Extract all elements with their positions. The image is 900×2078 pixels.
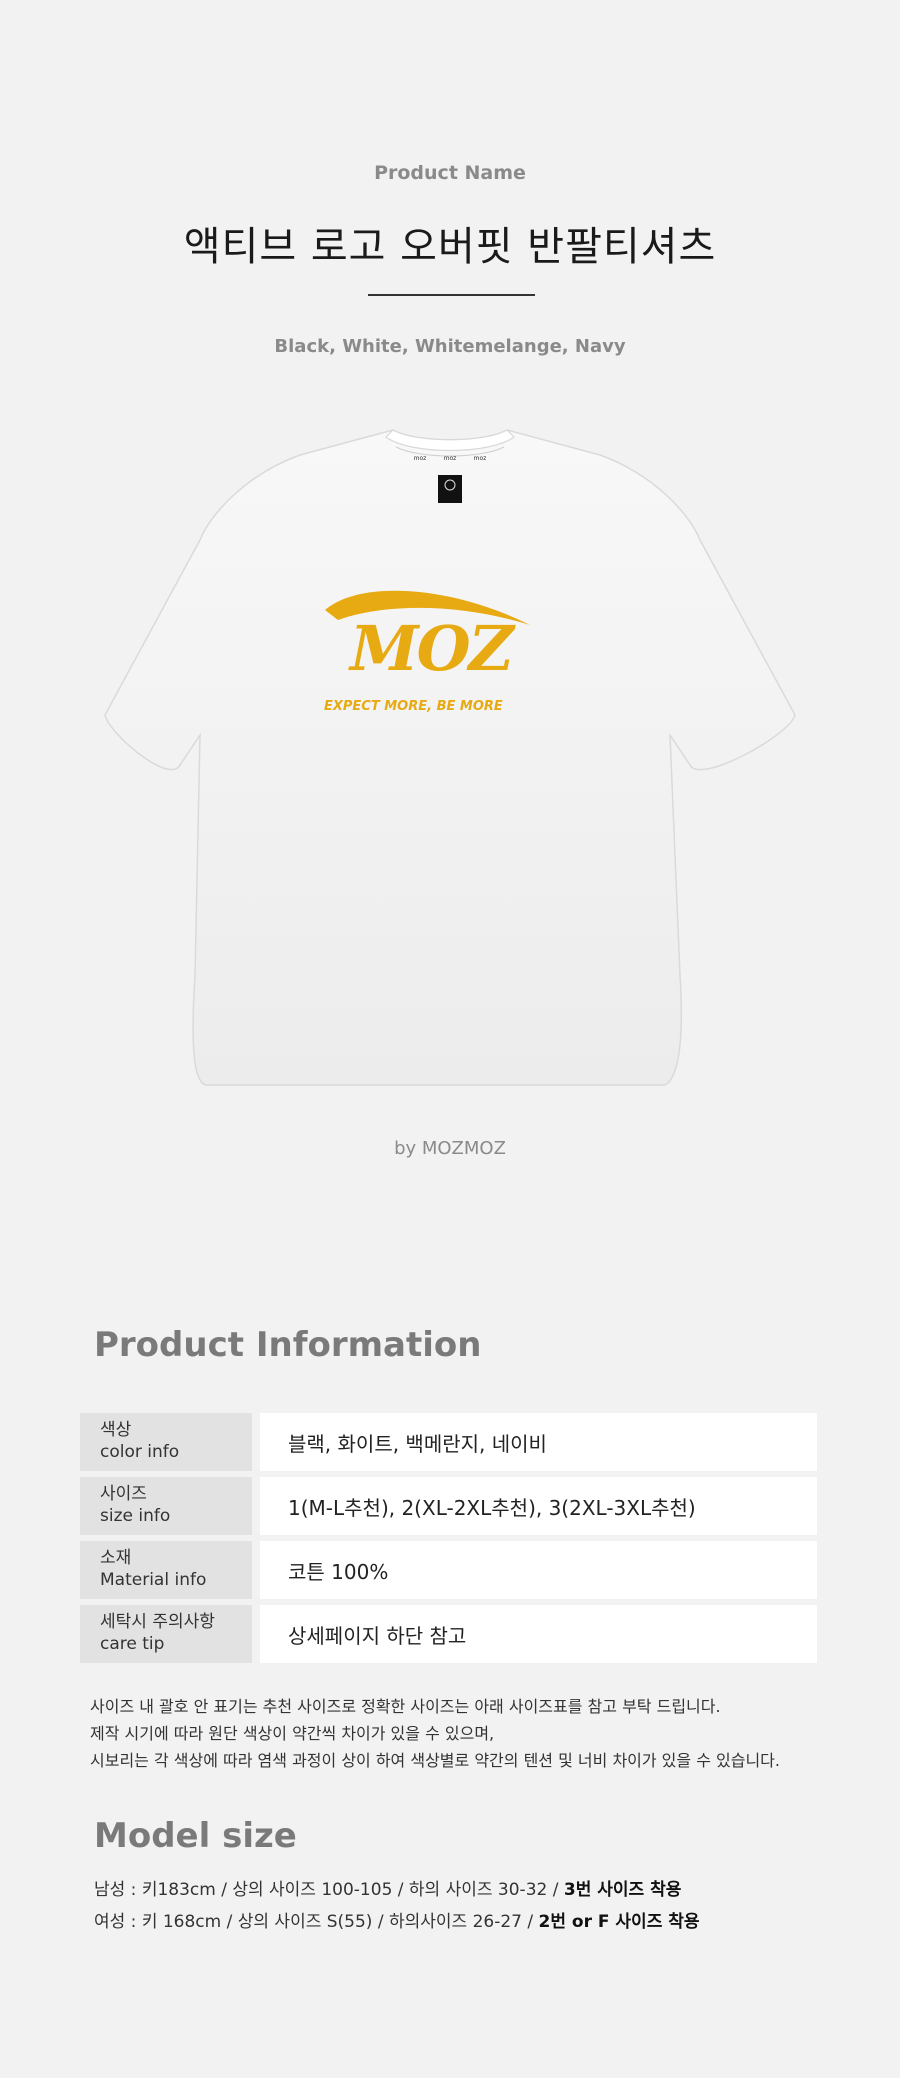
product-information-heading: Product Information	[94, 1325, 482, 1365]
female-model-text: 여성 : 키 168cm / 상의 사이즈 S(55) / 하의사이즈 26-2…	[94, 1912, 539, 1932]
product-title: 액티브 로고 오버핏 반팔티셔츠	[183, 224, 717, 270]
female-model-line: 여성 : 키 168cm / 상의 사이즈 S(55) / 하의사이즈 26-2…	[94, 1906, 700, 1938]
male-model-size: 3번 사이즈 착용	[563, 1880, 682, 1900]
label-korean: 색상	[100, 1420, 132, 1440]
model-size-info: 남성 : 키183cm / 상의 사이즈 100-105 / 하의 사이즈 30…	[94, 1874, 700, 1938]
label-korean: 소재	[100, 1548, 132, 1568]
female-model-size: 2번 or F 사이즈 착용	[538, 1912, 700, 1932]
table-row-care: 세탁시 주의사항 care tip 상세페이지 하단 참고	[80, 1605, 817, 1663]
color-options-text: Black, White, Whitemelange, Navy	[274, 336, 626, 357]
male-model-text: 남성 : 키183cm / 상의 사이즈 100-105 / 하의 사이즈 30…	[94, 1880, 564, 1900]
row-value: 블랙, 화이트, 백메란지, 네이비	[260, 1413, 817, 1471]
row-value: 코튼 100%	[260, 1541, 817, 1599]
neck-tape-text: moz moz moz	[414, 455, 487, 462]
title-divider	[368, 294, 535, 296]
label-english: Material info	[100, 1570, 207, 1590]
label-english: size info	[100, 1506, 171, 1526]
product-information-table: 색상 color info 블랙, 화이트, 백메란지, 네이비 사이즈 siz…	[80, 1413, 817, 1669]
row-value: 상세페이지 하단 참고	[260, 1605, 817, 1663]
row-label: 세탁시 주의사항 care tip	[80, 1605, 252, 1663]
label-english: care tip	[100, 1634, 165, 1654]
product-name-label: Product Name	[374, 162, 526, 184]
row-label: 색상 color info	[80, 1413, 252, 1471]
neck-label	[438, 475, 462, 503]
row-label: 소재 Material info	[80, 1541, 252, 1599]
male-model-line: 남성 : 키183cm / 상의 사이즈 100-105 / 하의 사이즈 30…	[94, 1874, 700, 1906]
brand-line: by MOZMOZ	[394, 1138, 506, 1159]
product-photo-tshirt: moz moz moz MOZ EXPECT MORE, BE MORE	[104, 429, 796, 1086]
row-value: 1(M-L추천), 2(XL-2XL추천), 3(2XL-3XL추천)	[260, 1477, 817, 1535]
note-line: 시보리는 각 색상에 따라 염색 과정이 상이 하여 색상별로 약간의 텐션 및…	[90, 1751, 780, 1770]
label-korean: 세탁시 주의사항	[100, 1612, 215, 1632]
tshirt-body	[104, 429, 796, 1086]
note-line: 제작 시기에 따라 원단 색상이 약간씩 차이가 있을 수 있으며,	[90, 1724, 495, 1743]
table-row-color: 색상 color info 블랙, 화이트, 백메란지, 네이비	[80, 1413, 817, 1471]
table-row-size: 사이즈 size info 1(M-L추천), 2(XL-2XL추천), 3(2…	[80, 1477, 817, 1535]
size-notes: 사이즈 내 괄호 안 표기는 추천 사이즈로 정확한 사이즈는 아래 사이즈표를…	[90, 1693, 780, 1774]
label-english: color info	[100, 1442, 180, 1462]
row-label: 사이즈 size info	[80, 1477, 252, 1535]
label-korean: 사이즈	[100, 1484, 147, 1504]
logo-moz-text: MOZ	[348, 612, 517, 685]
model-size-heading: Model size	[94, 1816, 297, 1856]
logo-slogan-text: EXPECT MORE, BE MORE	[324, 699, 503, 714]
table-row-material: 소재 Material info 코튼 100%	[80, 1541, 817, 1599]
note-line: 사이즈 내 괄호 안 표기는 추천 사이즈로 정확한 사이즈는 아래 사이즈표를…	[90, 1697, 721, 1716]
